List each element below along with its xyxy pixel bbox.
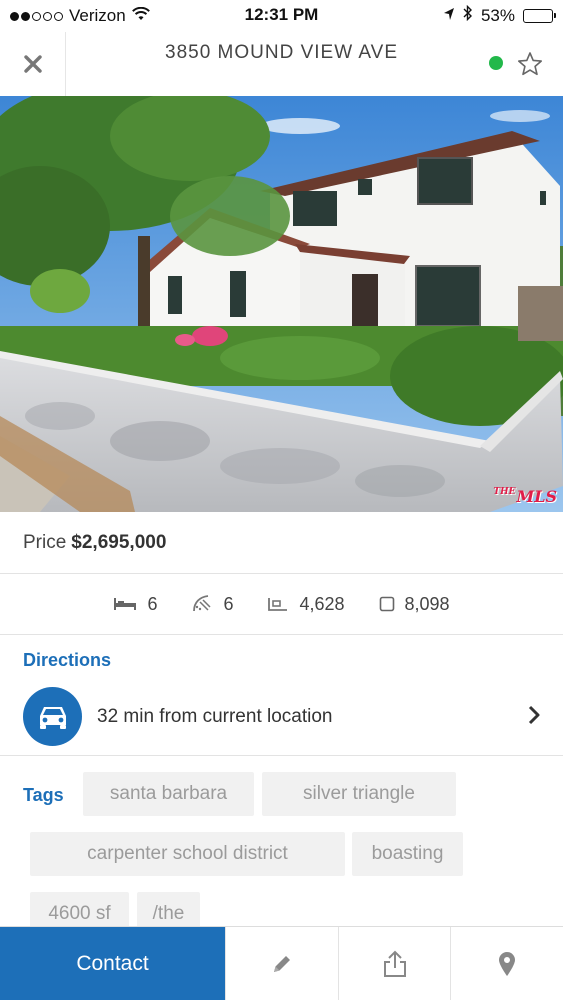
close-icon [23, 55, 42, 73]
car-icon [39, 706, 66, 729]
price-row: Price $2,695,000 [0, 512, 563, 574]
location-arrow-icon [443, 6, 455, 26]
listing-photo[interactable]: THEMLS [0, 96, 563, 512]
battery-icon [523, 8, 556, 23]
page-title: 3850 MOUND VIEW AVE [165, 42, 398, 63]
favorite-button[interactable] [517, 51, 543, 82]
price-value: $2,695,000 [71, 531, 167, 553]
battery-percent: 53% [480, 5, 515, 25]
directions-section[interactable]: Directions 32 min from current location [0, 635, 563, 756]
lot-icon [379, 596, 394, 612]
tag-chip[interactable]: santa barbara [83, 772, 254, 816]
directions-label: Directions [23, 650, 112, 670]
tag-chip[interactable]: 4600 sf [30, 892, 129, 926]
house-photo [0, 96, 563, 512]
pencil-icon [273, 956, 290, 972]
bluetooth-icon [463, 4, 473, 26]
bottom-toolbar: Contact [0, 926, 563, 1000]
stats-row: 6 6 4,628 8,098 [0, 574, 563, 635]
price-label: Price [23, 531, 67, 553]
sqft-icon [268, 598, 288, 611]
share-icon [383, 950, 406, 977]
chevron-right-icon[interactable] [527, 705, 541, 730]
car-button[interactable] [23, 687, 82, 746]
nav-bar: 3850 MOUND VIEW AVE [0, 32, 563, 96]
map-pin-icon [499, 952, 516, 976]
stat-sqft: 4,628 [267, 593, 345, 615]
tag-chip[interactable]: carpenter school district [30, 832, 345, 876]
share-button[interactable] [337, 927, 451, 1000]
listing-status-dot [489, 56, 503, 70]
edit-button[interactable] [225, 927, 338, 1000]
beds-value: 6 [147, 593, 158, 614]
status-bar: Verizon 12:31 PM 53% [0, 0, 563, 32]
baths-value: 6 [223, 593, 234, 614]
lot-value: 8,098 [404, 593, 450, 614]
sqft-value: 4,628 [299, 593, 345, 614]
star-icon [518, 52, 542, 76]
close-button[interactable] [0, 32, 66, 96]
map-button[interactable] [450, 927, 563, 1000]
bath-icon [193, 595, 211, 612]
contact-button[interactable]: Contact [0, 927, 225, 1000]
stat-lot: 8,098 [379, 594, 450, 615]
bed-icon [114, 598, 137, 610]
tag-chip[interactable]: /the [137, 892, 200, 926]
status-right: 53% [443, 4, 556, 26]
tag-chip[interactable]: silver triangle [262, 772, 456, 816]
mls-logo: THEMLS [493, 487, 557, 506]
tags-section: Tags santa barbara silver triangle carpe… [0, 756, 563, 926]
tag-chip[interactable]: boasting [352, 832, 463, 876]
stat-baths: 6 [191, 594, 233, 615]
directions-text: 32 min from current location [97, 706, 333, 727]
tags-label: Tags [23, 785, 64, 805]
stat-beds: 6 [113, 594, 157, 615]
